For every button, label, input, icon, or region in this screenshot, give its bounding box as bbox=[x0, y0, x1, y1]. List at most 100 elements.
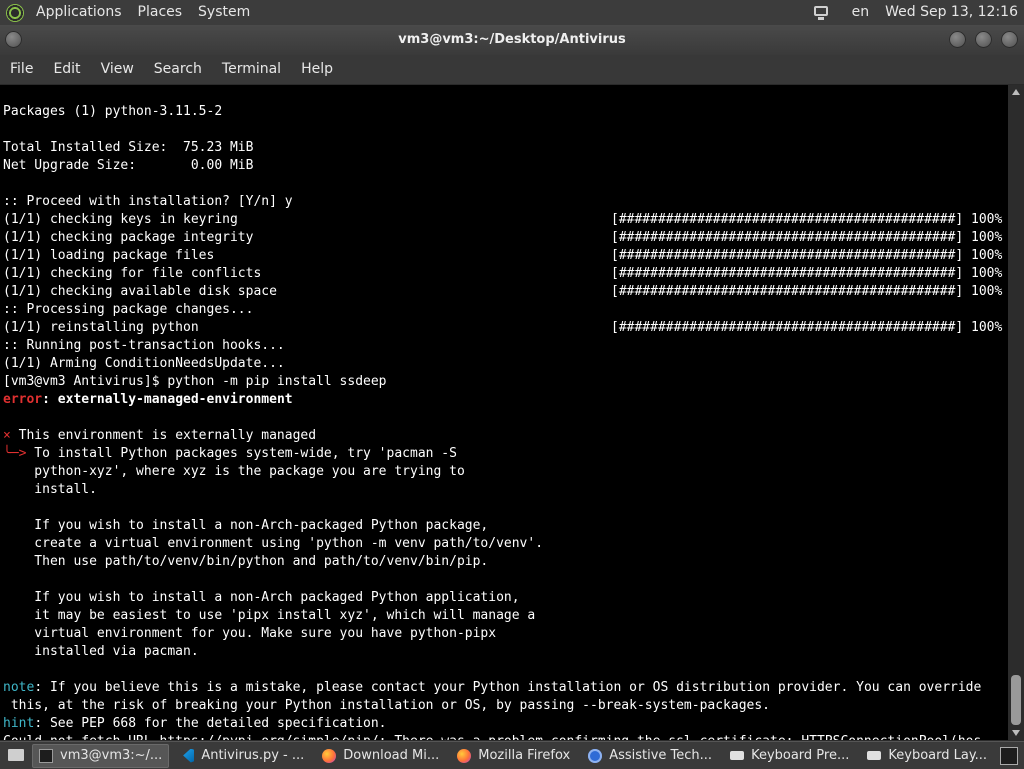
terminal-line-text: virtual environment for you. Make sure y… bbox=[3, 626, 497, 641]
terminal-line-text: :: Running post-transaction hooks... bbox=[3, 338, 285, 353]
terminal-line-text: Could not fetch URL https://pypi.org/sim… bbox=[3, 734, 981, 740]
keyboard-language-indicator[interactable]: en bbox=[844, 0, 878, 25]
window-titlebar[interactable]: vm3@vm3:~/Desktop/Antivirus bbox=[0, 25, 1024, 55]
workspace-switcher-icon[interactable] bbox=[1000, 746, 1018, 765]
show-desktop-icon[interactable] bbox=[6, 746, 28, 766]
terminal-line: Total Installed Size: 75.23 MiB bbox=[3, 139, 253, 157]
panel-menu-system[interactable]: System bbox=[190, 0, 258, 25]
taskbar-task-button[interactable]: Mozilla Firefox bbox=[450, 744, 577, 768]
distro-logo-icon[interactable] bbox=[6, 3, 24, 22]
scrollbar-thumb[interactable] bbox=[1011, 675, 1021, 725]
firefox-icon bbox=[322, 748, 337, 763]
taskbar-task-button[interactable]: Download Mi... bbox=[315, 744, 446, 768]
terminal-line: error: externally-managed-environment bbox=[3, 391, 293, 409]
terminal-line-text: installed via pacman. bbox=[3, 644, 199, 659]
terminal-line: create a virtual environment using 'pyth… bbox=[3, 535, 543, 553]
terminal-line: :: Proceed with installation? [Y/n] y bbox=[3, 193, 293, 211]
terminal-line: note: If you believe this is a mistake, … bbox=[3, 679, 981, 697]
terminal-line: installed via pacman. bbox=[3, 643, 199, 661]
terminal-line-text: Then use path/to/venv/bin/python and pat… bbox=[3, 554, 489, 569]
menu-search[interactable]: Search bbox=[144, 55, 212, 84]
terminal-line: this, at the risk of breaking your Pytho… bbox=[3, 697, 770, 715]
terminal-line-text: Total Installed Size: 75.23 MiB bbox=[3, 140, 254, 155]
taskbar-task-label: Assistive Tech... bbox=[609, 748, 713, 763]
terminal-line: (1/1) checking keys in keyring bbox=[3, 211, 238, 229]
task-list: vm3@vm3:~/... Antivirus.py - ... Download … bbox=[32, 743, 998, 768]
terminal-line-prefix: error bbox=[3, 392, 43, 407]
terminal-line: :: Running post-transaction hooks... bbox=[3, 337, 285, 355]
terminal-line: install. bbox=[3, 481, 97, 499]
taskbar-task-button[interactable]: Keyboard Pre... bbox=[723, 744, 856, 768]
terminal-line-text: If you wish to install a non-Arch packag… bbox=[3, 590, 520, 605]
terminal-line-text: : See PEP 668 for the detailed specifica… bbox=[34, 716, 387, 731]
terminal-line-text: : If you believe this is a mistake, plea… bbox=[34, 680, 982, 695]
panel-menu-applications[interactable]: Applications bbox=[28, 0, 130, 25]
terminal-line: it may be easiest to use 'pipx install x… bbox=[3, 607, 535, 625]
progress-indicator: [#######################################… bbox=[611, 266, 1003, 281]
terminal-line: If you wish to install a non-Arch packag… bbox=[3, 589, 520, 607]
terminal-line: [vm3@vm3 Antivirus]$ python -m pip insta… bbox=[3, 373, 387, 391]
minimize-button[interactable] bbox=[949, 31, 966, 48]
taskbar-task-label: Mozilla Firefox bbox=[478, 748, 571, 763]
terminal-line-text: :: Proceed with installation? [Y/n] y bbox=[3, 194, 293, 209]
terminal-line-text: Net Upgrade Size: 0.00 MiB bbox=[3, 158, 254, 173]
taskbar-task-label: Download Mi... bbox=[343, 748, 440, 763]
terminal-line-text: : externally-managed-environment bbox=[42, 392, 293, 407]
terminal-line: (1/1) Arming ConditionNeedsUpdate... bbox=[3, 355, 285, 373]
terminal-icon bbox=[39, 748, 53, 763]
terminal-line: Then use path/to/venv/bin/python and pat… bbox=[3, 553, 488, 571]
terminal-line: (1/1) reinstalling python bbox=[3, 319, 199, 337]
taskbar-task-button[interactable]: Antivirus.py - ... bbox=[173, 744, 311, 768]
terminal-line-prefix: × bbox=[3, 428, 11, 443]
progress-indicator: [#######################################… bbox=[611, 212, 1003, 227]
terminal-line-prefix: hint bbox=[3, 716, 35, 731]
maximize-button[interactable] bbox=[975, 31, 992, 48]
progress-indicator: [#######################################… bbox=[611, 284, 1003, 299]
terminal-line: hint: See PEP 668 for the detailed speci… bbox=[3, 715, 387, 733]
accessibility-icon bbox=[588, 748, 603, 763]
terminal-line-text: Packages (1) python-3.11.5-2 bbox=[3, 104, 223, 119]
terminal-line-text: (1/1) Arming ConditionNeedsUpdate... bbox=[3, 356, 285, 371]
taskbar: vm3@vm3:~/... Antivirus.py - ... Download … bbox=[0, 741, 1024, 769]
terminal-line: (1/1) loading package files bbox=[3, 247, 214, 265]
terminal-line-text: create a virtual environment using 'pyth… bbox=[3, 536, 544, 551]
terminal-line-text: it may be easiest to use 'pipx install x… bbox=[3, 608, 536, 623]
taskbar-task-label: vm3@vm3:~/... bbox=[60, 748, 163, 763]
progress-indicator: [#######################################… bbox=[611, 320, 1003, 335]
close-button[interactable] bbox=[1001, 31, 1018, 48]
terminal-line-text: (1/1) checking keys in keyring bbox=[3, 212, 238, 227]
menu-view[interactable]: View bbox=[91, 55, 144, 84]
progress-indicator: [#######################################… bbox=[611, 248, 1003, 263]
menu-file[interactable]: File bbox=[0, 55, 43, 84]
terminal-scrollbar[interactable] bbox=[1008, 85, 1024, 740]
terminal-line-text: If you wish to install a non-Arch-packag… bbox=[3, 518, 489, 533]
taskbar-task-button[interactable]: Keyboard Lay... bbox=[860, 744, 994, 768]
terminal-menubar: File Edit View Search Terminal Help bbox=[0, 55, 1024, 85]
menu-help[interactable]: Help bbox=[291, 55, 343, 84]
terminal-output[interactable]: Packages (1) python-3.11.5-2 Total Instal… bbox=[0, 85, 1008, 740]
clock[interactable]: Wed Sep 13, 12:16 bbox=[877, 0, 1024, 25]
terminal-line: Packages (1) python-3.11.5-2 bbox=[3, 103, 222, 121]
terminal-line: Net Upgrade Size: 0.00 MiB bbox=[3, 157, 253, 175]
scroll-up-arrow-icon[interactable] bbox=[1012, 89, 1020, 95]
network-monitor-icon[interactable] bbox=[812, 4, 830, 22]
panel-menu-places[interactable]: Places bbox=[130, 0, 191, 25]
top-panel: Applications Places System en Wed Sep 13… bbox=[0, 0, 1024, 25]
terminal-line-text: (1/1) checking for file conflicts bbox=[3, 266, 262, 281]
keyboard-icon bbox=[867, 751, 882, 760]
taskbar-task-button[interactable]: Assistive Tech... bbox=[581, 744, 719, 768]
terminal-line: (1/1) checking available disk space bbox=[3, 283, 277, 301]
taskbar-task-button[interactable]: vm3@vm3:~/... bbox=[32, 743, 170, 768]
menu-terminal[interactable]: Terminal bbox=[212, 55, 291, 84]
terminal-line: Could not fetch URL https://pypi.org/sim… bbox=[3, 733, 981, 740]
keyboard-icon bbox=[730, 751, 745, 760]
scroll-down-arrow-icon[interactable] bbox=[1012, 730, 1020, 736]
terminal-line: python-xyz', where xyz is the package yo… bbox=[3, 463, 465, 481]
menu-edit[interactable]: Edit bbox=[43, 55, 90, 84]
taskbar-task-label: Keyboard Pre... bbox=[751, 748, 850, 763]
terminal-line-text: To install Python packages system-wide, … bbox=[26, 446, 457, 461]
terminal-line-text: :: Processing package changes... bbox=[3, 302, 254, 317]
terminal-line-text: python-xyz', where xyz is the package yo… bbox=[3, 464, 465, 479]
terminal-line-text: (1/1) checking package integrity bbox=[3, 230, 254, 245]
terminal-line: (1/1) checking package integrity bbox=[3, 229, 253, 247]
